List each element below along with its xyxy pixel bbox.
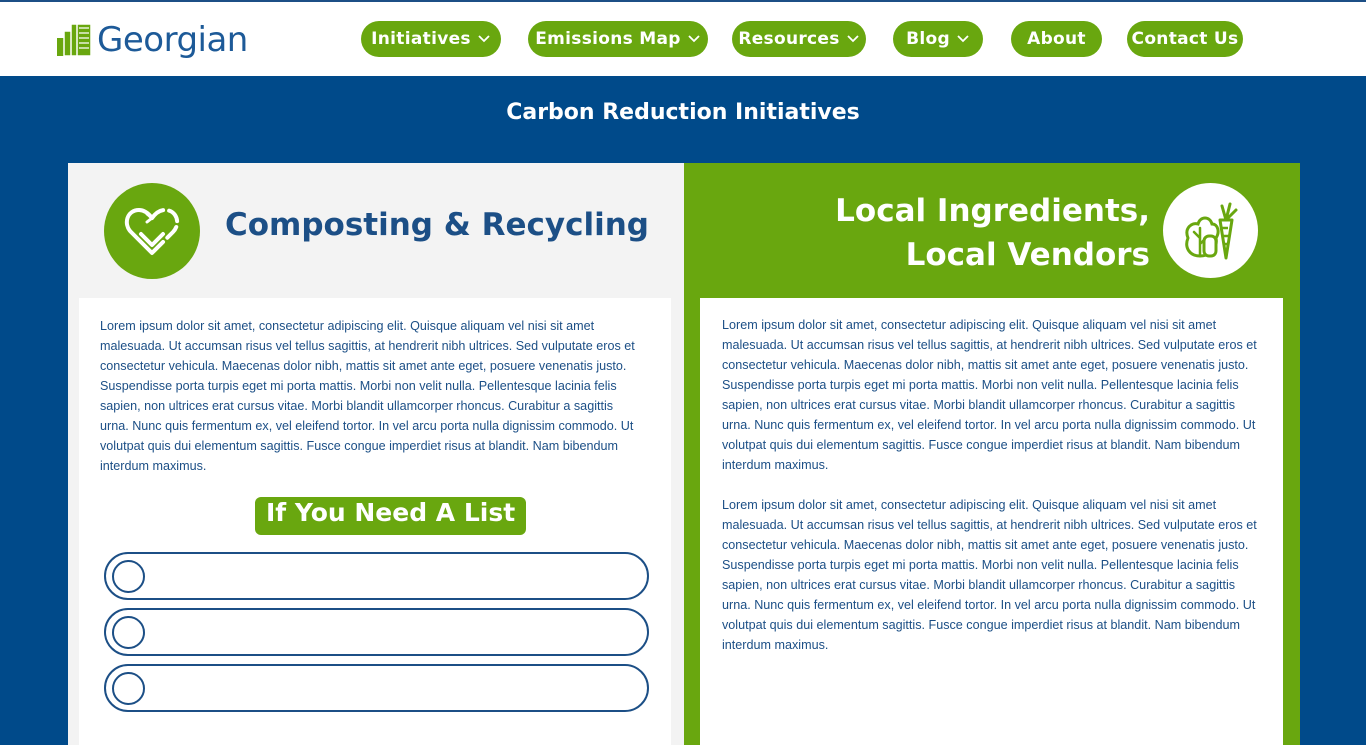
vegetables-icon <box>1163 183 1258 278</box>
local-ingredients-body: Lorem ipsum dolor sit amet, consectetur … <box>722 315 1262 655</box>
nav-emissions-map[interactable]: Emissions Map <box>528 21 708 57</box>
paragraph: Lorem ipsum dolor sit amet, consectetur … <box>722 318 1257 472</box>
list-item[interactable] <box>104 552 649 600</box>
chevron-down-icon <box>957 35 969 43</box>
chevron-down-icon <box>478 35 490 43</box>
local-ingredients-heading: Local Ingredients, Local Vendors <box>835 189 1150 277</box>
heading-line-1: Local Ingredients, <box>835 193 1150 229</box>
nav-label: Initiatives <box>371 29 471 49</box>
nav-label: Blog <box>906 29 950 49</box>
site-header: Georgian Initiatives Emissions Map Resou… <box>0 2 1366 76</box>
nav-label: Contact Us <box>1131 29 1239 49</box>
heading-line-2: Local Vendors <box>905 237 1150 273</box>
list-bullet-circle <box>112 560 145 593</box>
nav-blog[interactable]: Blog <box>893 21 983 57</box>
list-title: If You Need A List <box>255 497 527 535</box>
composting-content-card: Lorem ipsum dolor sit amet, consectetur … <box>79 298 671 745</box>
composting-recycling-panel: Composting & Recycling Lorem ipsum dolor… <box>68 163 684 745</box>
heart-recycle-icon <box>104 183 200 279</box>
list-bullet-circle <box>112 672 145 705</box>
nav-about[interactable]: About <box>1011 21 1102 57</box>
georgian-logo[interactable]: Georgian <box>57 16 248 64</box>
logo-text: Georgian <box>97 20 248 60</box>
list-bullet-circle <box>112 616 145 649</box>
nav-label: About <box>1027 29 1086 49</box>
chevron-down-icon <box>847 35 859 43</box>
nav-label: Resources <box>738 29 840 49</box>
local-ingredients-panel: Local Ingredients, Local Vendors Lorem i… <box>684 163 1300 745</box>
paragraph: Lorem ipsum dolor sit amet, consectetur … <box>722 498 1257 652</box>
nav-resources[interactable]: Resources <box>732 21 866 57</box>
logo-mark-icon <box>57 23 92 57</box>
local-ingredients-content-card: Lorem ipsum dolor sit amet, consectetur … <box>700 298 1283 745</box>
page-title: Carbon Reduction Initiatives <box>506 100 860 125</box>
composting-body-text: Lorem ipsum dolor sit amet, consectetur … <box>100 319 635 473</box>
list-item[interactable] <box>104 608 649 656</box>
chevron-down-icon <box>688 35 700 43</box>
nav-label: Emissions Map <box>535 29 681 49</box>
nav-initiatives[interactable]: Initiatives <box>361 21 501 57</box>
composting-heading: Composting & Recycling <box>225 207 649 243</box>
nav-contact-us[interactable]: Contact Us <box>1127 21 1243 57</box>
list-item[interactable] <box>104 664 649 712</box>
